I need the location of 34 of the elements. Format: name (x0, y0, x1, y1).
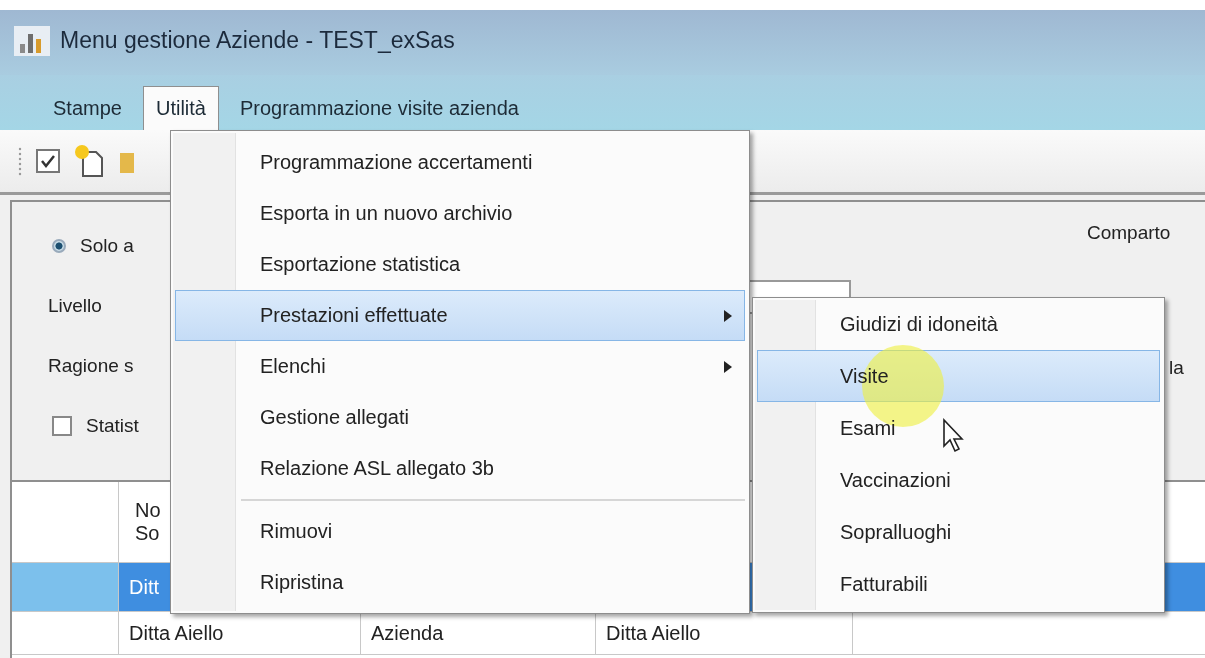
table-cell: Ditt (129, 575, 159, 599)
radio-button[interactable] (52, 239, 66, 253)
menu-item[interactable]: Elenchi (175, 341, 745, 392)
field-label: Ragione s (48, 355, 134, 377)
window-title: Menu gestione Aziende - TEST_exSas (60, 27, 455, 54)
menu-item[interactable]: Gestione allegati (175, 392, 745, 443)
field-label: Comparto (1087, 222, 1171, 244)
menu-item[interactable]: Giudizi di idoneità (757, 298, 1160, 350)
menu-item[interactable]: Ripristina (175, 557, 745, 608)
menu-item[interactable]: Programmazione accertamenti (175, 137, 745, 188)
menu-bar-item[interactable]: Utilità (142, 86, 219, 130)
table-cell: Azienda (371, 621, 444, 645)
table-cell: Ditta Aiello (129, 621, 224, 645)
table-cell: Ditta Aiello (606, 621, 701, 645)
new-document-icon[interactable] (74, 144, 106, 178)
menu-item[interactable]: Relazione ASL allegato 3b (175, 443, 745, 494)
menu-bar-item[interactable]: Stampe (40, 86, 135, 130)
field-label: Livello (48, 295, 102, 317)
checkbox-label: Statist (86, 415, 139, 437)
menu-item[interactable]: Rimuovi (175, 506, 745, 557)
menu-item[interactable]: Esportazione statistica (175, 239, 745, 290)
mouse-pointer-icon (942, 418, 966, 454)
field-label: la (1169, 357, 1184, 379)
menu-item[interactable]: Fatturabili (757, 558, 1160, 610)
checkbox[interactable] (52, 416, 72, 436)
menu-item[interactable]: Esporta in un nuovo archivio (175, 188, 745, 239)
app-icon (14, 25, 50, 56)
menu-item[interactable]: Prestazioni effettuate (175, 290, 745, 341)
menu-item[interactable]: Vaccinazioni (757, 454, 1160, 506)
radio-label: Solo a (80, 235, 134, 257)
checkbox-icon[interactable] (36, 149, 60, 173)
menu-item[interactable]: Esami (757, 402, 1160, 454)
menu-item[interactable]: Sopralluoghi (757, 506, 1160, 558)
menu-bar-item[interactable]: Programmazione visite azienda (226, 86, 532, 130)
